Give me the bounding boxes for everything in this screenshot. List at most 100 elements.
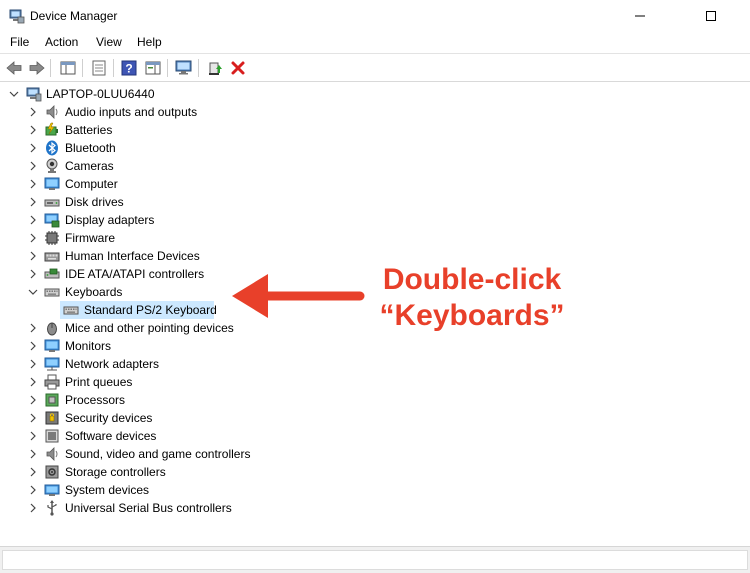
chevron-right-icon[interactable] xyxy=(28,161,38,171)
display-adapter-icon xyxy=(44,213,60,228)
action-pane-button[interactable] xyxy=(143,58,163,78)
toolbar-separator xyxy=(50,59,51,77)
tree-item-computer[interactable]: Computer xyxy=(0,175,400,193)
show-hide-console-tree-button[interactable] xyxy=(58,58,78,78)
tree-item-label: Display adapters xyxy=(65,213,155,227)
forward-button[interactable] xyxy=(27,58,47,78)
tree-item-label: Security devices xyxy=(65,411,153,425)
device-manager-app-icon xyxy=(9,9,25,24)
tree-item-label: Human Interface Devices xyxy=(65,249,200,263)
chevron-right-icon[interactable] xyxy=(28,107,38,117)
bluetooth-icon xyxy=(46,140,58,156)
toolbar-separator xyxy=(113,59,114,77)
mouse-icon xyxy=(47,322,57,336)
menu-view[interactable]: View xyxy=(96,35,122,49)
chevron-right-icon[interactable] xyxy=(28,233,38,243)
printer-icon xyxy=(44,374,60,390)
tree-item-label: Bluetooth xyxy=(65,141,116,155)
tree-item-sound-video-and-game-controllers[interactable]: Sound, video and game controllers xyxy=(0,445,400,463)
chevron-right-icon[interactable] xyxy=(28,251,38,261)
tree-item-disk-drives[interactable]: Disk drives xyxy=(0,193,400,211)
chevron-right-icon[interactable] xyxy=(28,377,38,387)
tree-item-storage-controllers[interactable]: Storage controllers xyxy=(0,463,400,481)
menu-bar: File Action View Help xyxy=(0,31,750,53)
tree-item-label: Network adapters xyxy=(65,357,160,371)
chevron-right-icon[interactable] xyxy=(28,431,38,441)
tree-item-audio-inputs-and-outputs[interactable]: Audio inputs and outputs xyxy=(0,103,400,121)
chevron-right-icon[interactable] xyxy=(28,395,38,405)
tree-item-software-devices[interactable]: Software devices xyxy=(0,427,400,445)
tree-item-cameras[interactable]: Cameras xyxy=(0,157,400,175)
minimize-button[interactable] xyxy=(617,0,663,31)
tree-item-firmware[interactable]: Firmware xyxy=(0,229,400,247)
tree-item-label: Cameras xyxy=(65,159,114,173)
tree-item-monitors[interactable]: Monitors xyxy=(0,337,400,355)
chevron-right-icon[interactable] xyxy=(28,503,38,513)
tree-item-system-devices[interactable]: System devices xyxy=(0,481,400,499)
processor-icon xyxy=(45,393,59,407)
chevron-right-icon[interactable] xyxy=(28,323,38,333)
chevron-right-icon[interactable] xyxy=(28,449,38,459)
chevron-right-icon[interactable] xyxy=(28,359,38,369)
svg-text:?: ? xyxy=(125,62,132,76)
properties-button[interactable] xyxy=(89,58,109,78)
firmware-icon xyxy=(45,231,59,245)
back-button[interactable] xyxy=(4,58,24,78)
status-bar xyxy=(0,546,750,573)
tree-root-label: LAPTOP-0LUU6440 xyxy=(46,87,155,101)
chevron-right-icon[interactable] xyxy=(28,143,38,153)
tree-item-network-adapters[interactable]: Network adapters xyxy=(0,355,400,373)
chevron-right-icon[interactable] xyxy=(28,467,38,477)
title-bar[interactable]: Device Manager xyxy=(0,0,750,31)
device-manager-window: Device Manager File Action View Help ? L… xyxy=(0,0,750,573)
chevron-right-icon[interactable] xyxy=(28,269,38,279)
tree-item-label: Print queues xyxy=(65,375,133,389)
chevron-right-icon[interactable] xyxy=(28,197,38,207)
tree-root[interactable]: LAPTOP-0LUU6440 xyxy=(0,85,400,103)
tree-item-label: Standard PS/2 Keyboard xyxy=(84,303,217,317)
chevron-down-icon[interactable] xyxy=(28,287,38,297)
maximize-button[interactable] xyxy=(688,0,734,31)
tree-item-security-devices[interactable]: Security devices xyxy=(0,409,400,427)
toolbar-separator xyxy=(82,59,83,77)
tree-item-human-interface-devices[interactable]: Human Interface Devices xyxy=(0,247,400,265)
tree-item-label: Sound, video and game controllers xyxy=(65,447,251,461)
update-driver-button[interactable] xyxy=(205,58,225,78)
tree-item-label: Computer xyxy=(65,177,118,191)
tree-item-batteries[interactable]: Batteries xyxy=(0,121,400,139)
computer-icon xyxy=(26,87,42,102)
uninstall-x-icon xyxy=(231,61,245,75)
tree-item-processors[interactable]: Processors xyxy=(0,391,400,409)
status-panel xyxy=(2,550,748,570)
tree-item-print-queues[interactable]: Print queues xyxy=(0,373,400,391)
chevron-right-icon[interactable] xyxy=(28,125,38,135)
speaker-icon xyxy=(46,105,58,119)
chevron-right-icon[interactable] xyxy=(28,485,38,495)
battery-icon xyxy=(45,122,58,136)
tree-item-label: IDE ATA/ATAPI controllers xyxy=(65,267,205,281)
chevron-right-icon[interactable] xyxy=(28,341,38,351)
toolbar-separator xyxy=(198,59,199,77)
tree-item-display-adapters[interactable]: Display adapters xyxy=(0,211,400,229)
tree-item-label: Universal Serial Bus controllers xyxy=(65,501,232,515)
scan-hardware-button[interactable] xyxy=(174,58,194,78)
help-button[interactable]: ? xyxy=(119,58,139,78)
window-title: Device Manager xyxy=(30,9,118,23)
tree-item-label: Keyboards xyxy=(65,285,123,299)
chevron-down-icon[interactable] xyxy=(9,89,19,99)
tree-item-bluetooth[interactable]: Bluetooth xyxy=(0,139,400,157)
chevron-right-icon[interactable] xyxy=(28,179,38,189)
computer-icon xyxy=(44,177,60,190)
uninstall-device-button[interactable] xyxy=(228,58,248,78)
menu-file[interactable]: File xyxy=(10,35,29,49)
menu-help[interactable]: Help xyxy=(137,35,162,49)
help-icon: ? xyxy=(121,60,137,76)
toolbar: ? xyxy=(0,53,750,82)
maximize-icon xyxy=(706,10,716,21)
chevron-right-icon[interactable] xyxy=(28,215,38,225)
system-device-icon xyxy=(44,484,60,496)
menu-action[interactable]: Action xyxy=(45,35,78,49)
usb-icon xyxy=(47,500,57,516)
tree-item-universal-serial-bus-controllers[interactable]: Universal Serial Bus controllers xyxy=(0,499,400,517)
chevron-right-icon[interactable] xyxy=(28,413,38,423)
